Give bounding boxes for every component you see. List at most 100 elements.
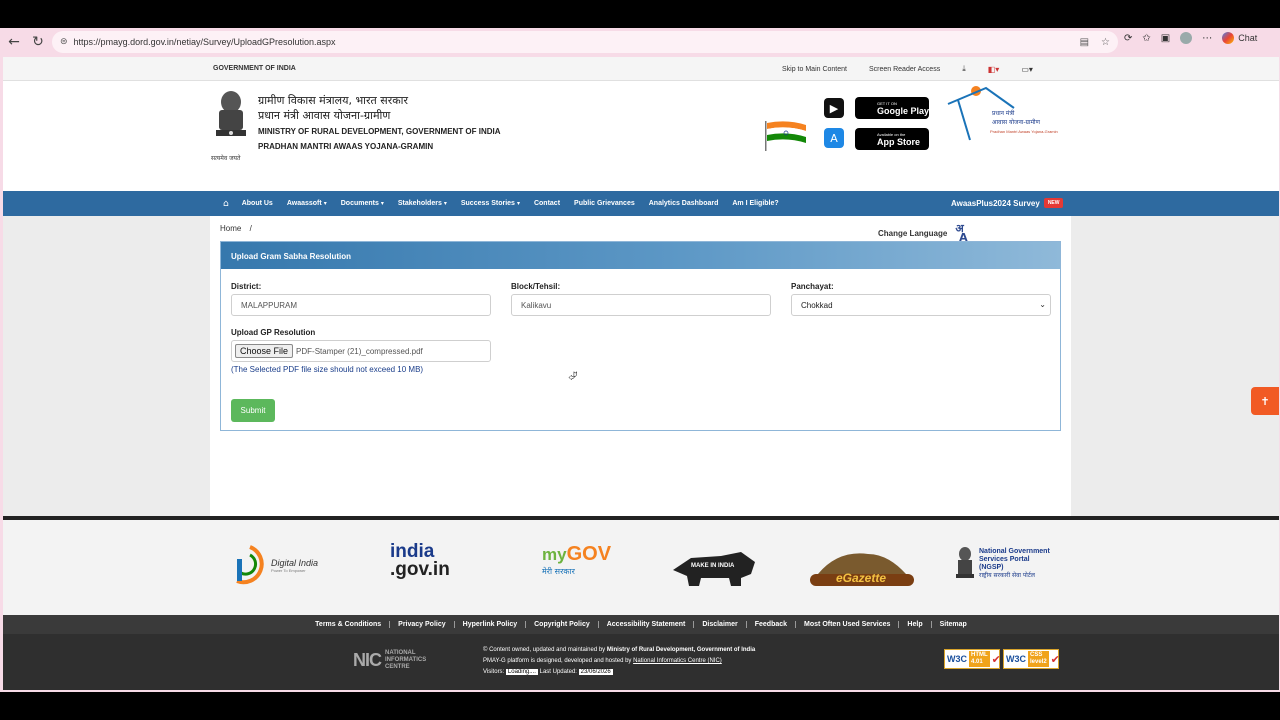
- nav-item-documents[interactable]: Documents ▾: [334, 200, 391, 207]
- nav-item-am-i-eligible[interactable]: Am I Eligible?: [725, 200, 785, 207]
- nav-item-awaassoft[interactable]: Awaassoft ▾: [280, 200, 334, 207]
- make-in-india-logo[interactable]: MAKE IN INDIA: [671, 548, 757, 588]
- footer-link-terms-conditions[interactable]: Terms & Conditions: [307, 621, 391, 628]
- chevron-down-icon: ⌄: [1039, 300, 1046, 309]
- back-icon[interactable]: ←: [2, 30, 26, 54]
- footer-link-copyright-policy[interactable]: Copyright Policy: [526, 621, 599, 628]
- main-nav: ⌂ About Us Awaassoft ▾ Documents ▾ Stakeholde…: [3, 191, 1279, 216]
- last-updated-value: 23/06/2026: [578, 669, 613, 675]
- checkmark-icon: ✔: [1050, 652, 1060, 666]
- theme-picker-icon[interactable]: ◧▾: [988, 65, 1000, 74]
- extensions-icon[interactable]: ⟳: [1124, 33, 1132, 44]
- web-page: GOVERNMENT OF INDIA Skip to Main Content…: [3, 57, 1279, 690]
- file-input[interactable]: Choose File PDF-Stamper (21)_compressed.…: [231, 340, 491, 362]
- home-icon[interactable]: ⌂: [217, 199, 235, 209]
- submit-button[interactable]: Submit: [231, 399, 275, 422]
- nic-logo[interactable]: NIC NATIONAL INFORMATICS CENTRE: [353, 650, 426, 671]
- app-store-button[interactable]: Available on the App Store: [855, 128, 929, 150]
- translate-icon[interactable]: अ A: [955, 223, 967, 243]
- copilot-icon: [1222, 32, 1235, 44]
- reader-mode-icon[interactable]: ▤: [1080, 37, 1089, 48]
- footer-link-disclaimer[interactable]: Disclaimer: [694, 621, 747, 628]
- district-field[interactable]: MALAPPURAM: [231, 294, 491, 316]
- chat-button[interactable]: Chat: [1222, 32, 1257, 44]
- reload-icon[interactable]: ↻: [26, 30, 50, 54]
- w3c-html-badge[interactable]: W3C HTML 4.01 ✔: [944, 649, 1001, 669]
- checkmark-icon: ✔: [991, 652, 1001, 666]
- address-bar[interactable]: ⊜ https://pmayg.dord.gov.in/netiay/Surve…: [52, 31, 1118, 53]
- footer-link-help[interactable]: Help: [899, 621, 932, 628]
- credits-line1-prefix: © Content owned, updated and maintained …: [483, 647, 607, 653]
- block-label: Block/Tehsil:: [511, 282, 561, 291]
- site-info-icon[interactable]: ⊜: [60, 37, 68, 47]
- choose-file-button[interactable]: Choose File: [235, 344, 294, 358]
- survey-link[interactable]: AwaasPlus2024 Survey NEW: [951, 198, 1064, 208]
- digital-india-tagline: Power To Empower: [271, 567, 306, 573]
- nav-item-public-grievances[interactable]: Public Grievances: [567, 200, 642, 207]
- app-store-icon[interactable]: A: [824, 128, 844, 148]
- digital-india-logo[interactable]: Digital India Power To Empower: [231, 543, 318, 587]
- nav-item-contact[interactable]: Contact: [527, 200, 567, 207]
- ngsp-text-4: राष्ट्रीय सरकारी सेवा पोर्टल: [979, 572, 1035, 579]
- footer-links: Terms & Conditions Privacy Policy Hyperlin…: [3, 615, 1279, 634]
- mygov-text-2: GOV: [566, 543, 612, 565]
- more-menu-icon[interactable]: ⋯: [1202, 33, 1212, 44]
- favorites-icon[interactable]: ✩: [1142, 33, 1150, 44]
- breadcrumb: Home /: [220, 224, 252, 233]
- mygov-logo[interactable]: myGOV मेरी सरकार: [542, 543, 611, 577]
- ngsp-logo[interactable]: National Government Services Portal (NGS…: [954, 546, 1050, 582]
- emblem-caption: सत्यमेव जयते: [211, 155, 241, 162]
- pmay-logo: प्रधान मंत्री आवास योजना-ग्रामीण Pradhan…: [944, 86, 1074, 148]
- skip-to-content-link[interactable]: Skip to Main Content: [782, 66, 847, 73]
- w3c-html-text: HTML 4.01: [969, 651, 990, 667]
- accessibility-icon[interactable]: ✝: [1251, 387, 1279, 415]
- new-badge: NEW: [1043, 198, 1064, 208]
- caret-down-icon: ▾: [323, 200, 327, 207]
- mouse-cursor-icon: ⮰: [568, 369, 578, 383]
- google-play-button[interactable]: GET IT ON Google Play: [855, 97, 929, 119]
- nic-link[interactable]: National Informatics Centre (NIC): [633, 658, 722, 664]
- footer-link-sitemap[interactable]: Sitemap: [932, 621, 975, 628]
- breadcrumb-home[interactable]: Home: [220, 224, 241, 233]
- nav-item-label: Awaassoft: [286, 200, 322, 207]
- footer-bottom: NIC NATIONAL INFORMATICS CENTRE © Conten…: [3, 634, 1279, 690]
- footer-link-most-often-used-services[interactable]: Most Often Used Services: [796, 621, 900, 628]
- footer-link-hyperlink-policy[interactable]: Hyperlink Policy: [455, 621, 527, 628]
- screen-reader-link[interactable]: Screen Reader Access: [869, 66, 940, 73]
- footer-credits: © Content owned, updated and maintained …: [483, 645, 755, 678]
- footer-link-accessibility-statement[interactable]: Accessibility Statement: [599, 621, 695, 628]
- nic-small-3: CENTRE: [385, 664, 410, 670]
- collections-icon[interactable]: ▣: [1161, 33, 1170, 44]
- upload-label: Upload GP Resolution: [231, 328, 316, 337]
- pmay-hindi-2: आवास योजना-ग्रामीण: [992, 119, 1040, 126]
- download-icon[interactable]: ⤓: [962, 64, 966, 74]
- google-play-label: Google Play: [877, 105, 930, 116]
- w3c-logo-icon: W3C: [1006, 654, 1026, 664]
- india-gov-logo[interactable]: india .gov.in: [390, 542, 450, 579]
- profile-icon[interactable]: [1180, 32, 1193, 44]
- nic-small-2: INFORMATICS: [385, 657, 427, 663]
- nav-item-about-us[interactable]: About Us: [235, 200, 280, 207]
- nav-item-stakeholders[interactable]: Stakeholders ▾: [391, 200, 454, 207]
- make-in-india-text: MAKE IN INDIA: [691, 563, 735, 569]
- nav-item-analytics-dashboard[interactable]: Analytics Dashboard: [642, 200, 726, 207]
- nav-item-label: Contact: [533, 200, 561, 207]
- credits-line1-owner: Ministry of Rural Development, Governmen…: [606, 647, 756, 653]
- ngsp-text-1: National Government: [979, 548, 1050, 555]
- credits-line2-prefix: PMAY-G platform is designed, developed a…: [483, 658, 634, 664]
- bookmark-star-icon[interactable]: ☆: [1101, 37, 1110, 48]
- nav-item-success-stories[interactable]: Success Stories ▾: [454, 200, 527, 207]
- footer-link-privacy-policy[interactable]: Privacy Policy: [390, 621, 455, 628]
- language-picker-icon[interactable]: ▭▾: [1021, 65, 1033, 74]
- district-value: MALAPPURAM: [241, 301, 298, 310]
- footer-link-feedback[interactable]: Feedback: [747, 621, 797, 628]
- panchayat-select[interactable]: Chokkad ⌄: [791, 294, 1051, 316]
- play-store-icon[interactable]: ▶: [824, 98, 844, 118]
- change-language[interactable]: Change Language अ A: [878, 223, 968, 243]
- w3c-css-badge[interactable]: W3C CSS level2 ✔: [1003, 649, 1060, 669]
- panchayat-value: Chokkad: [801, 301, 833, 310]
- scheme-hindi: प्रधान मंत्री आवास योजना-ग्रामीण: [258, 109, 391, 122]
- ngsp-text-3: (NGSP): [979, 564, 1004, 571]
- block-field[interactable]: Kalikavu: [511, 294, 771, 316]
- egazette-logo[interactable]: eGazette: [808, 544, 914, 588]
